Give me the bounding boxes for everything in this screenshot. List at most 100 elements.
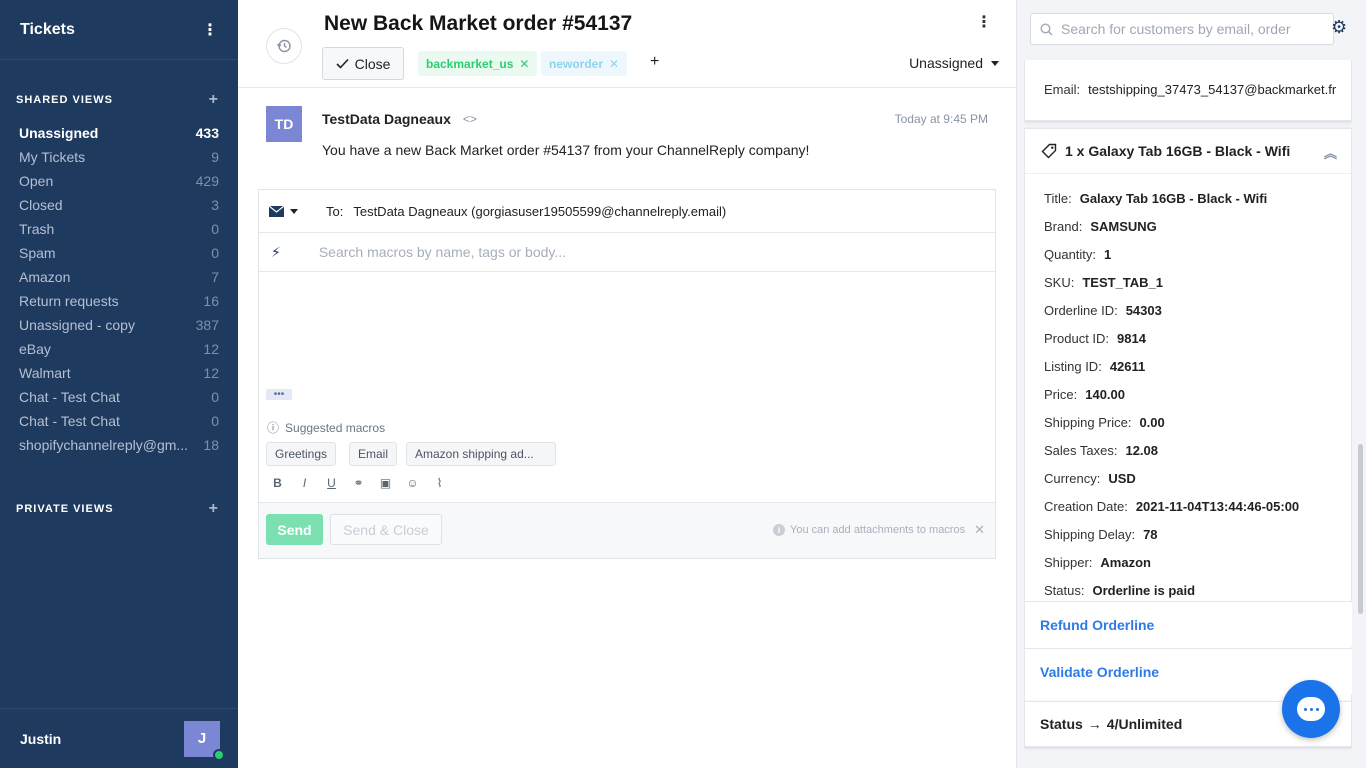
- view-count: 387: [195, 317, 219, 333]
- refund-orderline-button[interactable]: Refund Orderline: [1025, 601, 1352, 647]
- shared-views-list: Unassigned 433 My Tickets 9 Open 429 Closed 3 Tr…: [0, 121, 238, 457]
- assignee-dropdown[interactable]: Unassigned: [909, 55, 999, 71]
- field-value: 140.00: [1085, 386, 1125, 402]
- sidebar-title: Tickets: [20, 20, 75, 38]
- macro-search-row: ⚡: [259, 233, 995, 272]
- sender-avatar: TD: [266, 106, 302, 142]
- field-value: 54303: [1125, 302, 1162, 318]
- orderline-field: Price: 140.00: [1025, 380, 1351, 408]
- sidebar-view-item[interactable]: Spam 0: [0, 241, 238, 265]
- view-count: 12: [203, 341, 219, 357]
- sidebar-view-item[interactable]: Closed 3: [0, 193, 238, 217]
- online-status-icon: [213, 748, 225, 761]
- sidebar-view-item[interactable]: Amazon 7: [0, 265, 238, 289]
- chat-widget-button[interactable]: [1282, 680, 1340, 738]
- remove-tag-icon[interactable]: ✕: [519, 57, 529, 71]
- italic-icon[interactable]: I: [298, 476, 311, 490]
- orderline-field: Quantity: 1: [1025, 240, 1351, 268]
- tag-label: backmarket_us: [426, 56, 514, 71]
- chevron-up-icon[interactable]: ︽: [1324, 143, 1337, 162]
- sidebar-view-item[interactable]: Walmart 12: [0, 361, 238, 385]
- field-label: Status:: [1044, 582, 1085, 598]
- customer-panel: ⚙ Email: testshipping_37473_54137@backma…: [1016, 0, 1366, 768]
- chat-bubble-icon: [1297, 697, 1325, 721]
- field-value: USD: [1108, 470, 1136, 486]
- ticket-more-icon[interactable]: ⋮: [976, 12, 992, 32]
- emoji-icon[interactable]: ☺: [406, 476, 419, 490]
- sidebar-view-item[interactable]: Open 429: [0, 169, 238, 193]
- sidebar-view-item[interactable]: Unassigned 433: [0, 121, 238, 145]
- email-icon: [269, 205, 284, 217]
- macro-search-input[interactable]: [318, 244, 919, 260]
- show-more-icon[interactable]: •••: [266, 389, 292, 400]
- send-close-button[interactable]: Send & Close: [330, 514, 442, 545]
- field-label: Title:: [1044, 190, 1072, 206]
- field-label: Price:: [1044, 386, 1078, 402]
- tag-backmarket-us[interactable]: backmarket_us ✕: [418, 51, 538, 76]
- field-label: Shipping Delay:: [1044, 526, 1136, 542]
- add-private-view-icon[interactable]: +: [209, 500, 219, 518]
- recipient-value[interactable]: TestData Dagneaux (gorgiasuser19505599@c…: [353, 204, 726, 219]
- add-shared-view-icon[interactable]: +: [209, 91, 219, 109]
- add-tag-button[interactable]: +: [650, 53, 659, 71]
- history-button[interactable]: [266, 28, 302, 64]
- sidebar-view-item[interactable]: Chat - Test Chat 0: [0, 409, 238, 433]
- sidebar-view-item[interactable]: Return requests 16: [0, 289, 238, 313]
- remove-tag-icon[interactable]: ✕: [609, 57, 619, 71]
- sidebar-view-item[interactable]: Unassigned - copy 387: [0, 313, 238, 337]
- sender-name[interactable]: TestData Dagneaux: [322, 111, 451, 127]
- user-avatar[interactable]: J: [184, 720, 225, 761]
- private-views-header: PRIVATE VIEWS +: [0, 500, 238, 518]
- orderline-field: Sales Taxes: 12.08: [1025, 436, 1351, 464]
- send-button[interactable]: Send: [266, 514, 323, 545]
- gear-icon[interactable]: ⚙: [1331, 17, 1347, 38]
- macro-email[interactable]: Email: [349, 442, 398, 466]
- orderline-field: Title: Galaxy Tab 16GB - Black - Wifi: [1025, 184, 1351, 212]
- view-count: 7: [211, 269, 219, 285]
- attachment-icon[interactable]: ⌇: [433, 476, 446, 490]
- attachment-note-text: You can add attachments to macros: [790, 524, 966, 536]
- image-icon[interactable]: ▣: [379, 476, 392, 490]
- view-count: 18: [203, 437, 219, 453]
- view-name: Closed: [19, 197, 63, 213]
- sidebar-view-item[interactable]: shopifychannelreply@gm... 18: [0, 433, 238, 457]
- shared-views-label: SHARED VIEWS: [16, 94, 113, 106]
- channel-selector[interactable]: [269, 205, 298, 217]
- tag-neworder[interactable]: neworder ✕: [541, 51, 628, 76]
- assignee-value: Unassigned: [909, 55, 983, 71]
- view-name: Return requests: [19, 293, 119, 309]
- view-name: Unassigned - copy: [19, 317, 135, 333]
- view-name: Unassigned: [19, 125, 99, 141]
- orderline-header[interactable]: 1 x Galaxy Tab 16GB - Black - Wifi ︽: [1025, 129, 1351, 174]
- orderline-title: 1 x Galaxy Tab 16GB - Black - Wifi: [1065, 143, 1291, 159]
- tag-label: neworder: [549, 56, 604, 71]
- recipient-row: To: TestData Dagneaux (gorgiasuser195055…: [259, 190, 995, 233]
- user-avatar-initial: J: [197, 730, 207, 747]
- arrow-right-icon: →: [1087, 716, 1102, 732]
- to-label: To:: [326, 203, 344, 219]
- message-body: You have a new Back Market order #54137 …: [322, 142, 810, 158]
- ticket-title: New Back Market order #54137: [324, 12, 633, 35]
- macro-amazon-shipping[interactable]: Amazon shipping ad...: [406, 442, 556, 466]
- close-icon[interactable]: ✕: [974, 522, 985, 538]
- customer-search-input[interactable]: [1061, 21, 1321, 37]
- field-value: 9814: [1117, 330, 1146, 346]
- sidebar-view-item[interactable]: Trash 0: [0, 217, 238, 241]
- field-label: Creation Date:: [1044, 498, 1128, 514]
- field-label: Listing ID:: [1044, 358, 1102, 374]
- sidebar-view-item[interactable]: Chat - Test Chat 0: [0, 385, 238, 409]
- panel-scrollbar[interactable]: [1358, 444, 1363, 614]
- macro-greetings[interactable]: Greetings: [266, 442, 337, 466]
- sidebar-view-item[interactable]: My Tickets 9: [0, 145, 238, 169]
- code-view-icon[interactable]: <>: [463, 112, 477, 126]
- sidebar-view-item[interactable]: eBay 12: [0, 337, 238, 361]
- sidebar-more-icon[interactable]: ⋮: [202, 20, 218, 40]
- bold-icon[interactable]: B: [271, 476, 284, 490]
- underline-icon[interactable]: U: [325, 476, 338, 490]
- sidebar-header: Tickets ⋮: [0, 0, 238, 60]
- link-icon[interactable]: ⚭: [352, 476, 365, 490]
- orderline-field: Currency: USD: [1025, 464, 1351, 492]
- view-name: eBay: [19, 341, 51, 357]
- composer-footer: Send Send & Close i You can add attachme…: [259, 502, 995, 558]
- close-ticket-button[interactable]: Close: [322, 47, 404, 80]
